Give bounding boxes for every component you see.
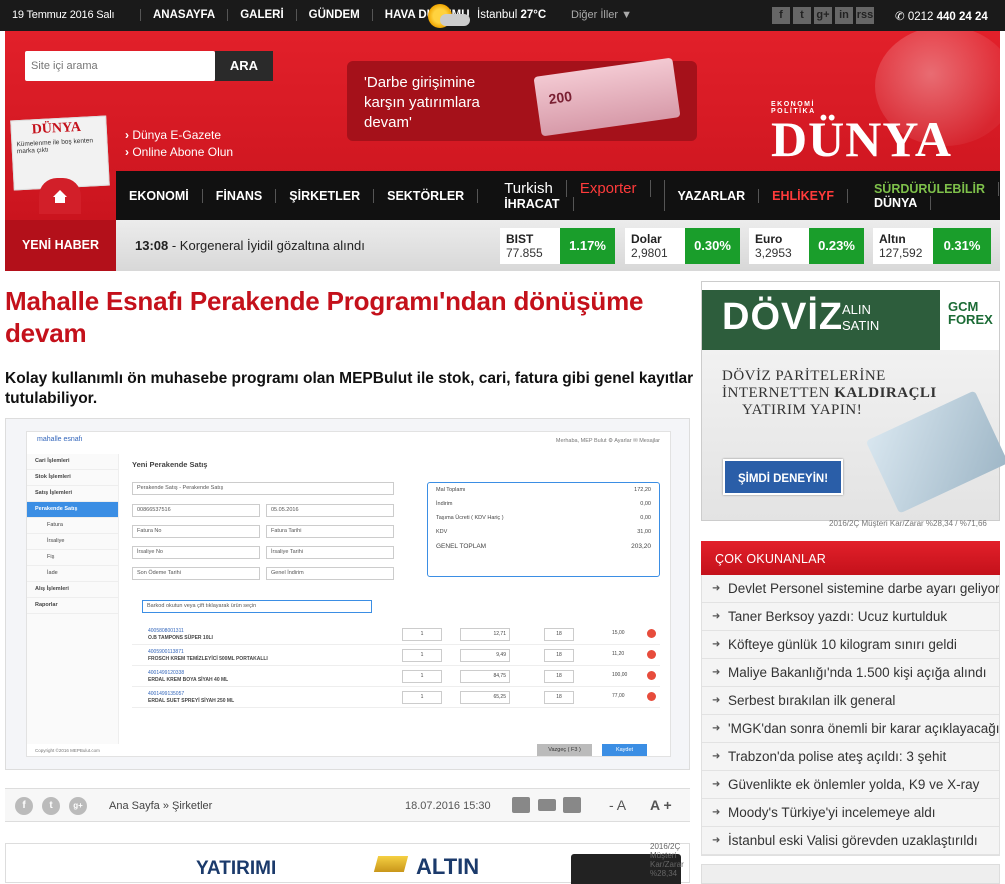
- share-facebook-icon[interactable]: f: [15, 797, 33, 815]
- market-altin[interactable]: Altın 127,592 0.31%: [873, 228, 991, 264]
- list-item[interactable]: Köfteye günlük 10 kilogram sınırı geldi: [702, 631, 999, 659]
- shot-heading: Yeni Perakende Satış: [132, 460, 208, 469]
- shot-sidebar: Cari İşlemleri Stok İşlemleri Satış İşle…: [27, 454, 119, 744]
- news-ticker: YENİ HABER 13:08 - Korgeneral İyidil göz…: [5, 220, 1000, 271]
- header-ad-text: 'Darbe girişimine karşın yatırımlara dev…: [364, 74, 480, 131]
- gcm-forex-logo: GCM FOREX: [948, 299, 993, 327]
- list-item[interactable]: İstanbul eski Valisi görevden uzaklaştır…: [702, 827, 999, 855]
- breadcrumb[interactable]: Ana Sayfa » Şirketler: [109, 800, 212, 812]
- top-nav-anasayfa[interactable]: ANASAYFA: [140, 9, 227, 21]
- money-stack-image: 200: [533, 57, 681, 137]
- shot-summary: Mal Toplamı 172,20 İndirim 0,00 Taşıma Ücr…: [427, 482, 660, 577]
- nav-surdurulebilir-dunya[interactable]: SÜRDÜRÜLEBİLİR DÜNYA: [848, 181, 1000, 210]
- bottom-ad-altin: ALTIN: [416, 854, 480, 879]
- nav-ekonomi[interactable]: EKONOMİ: [116, 188, 203, 203]
- yeni-haber-label: YENİ HABER: [5, 220, 116, 271]
- table-row: 4001499135057 ERDAL SUET SPREYİ SİYAH 250…: [132, 687, 660, 708]
- nav-finans[interactable]: FİNANS: [203, 188, 277, 203]
- current-date: 19 Temmuz 2016 Salı: [12, 9, 115, 21]
- social-links: f t g+ in rss: [772, 7, 874, 24]
- top-nav-gundem[interactable]: GÜNDEM: [295, 9, 372, 21]
- e-gazete-links: Dünya E-Gazete Online Abone Olun: [125, 127, 233, 161]
- shot-user-menu: Merhaba, MEP Bulut ⚙ Ayarlar ✉ Mesajlar: [555, 438, 660, 444]
- font-increase-button[interactable]: A +: [650, 797, 672, 813]
- article-date: 18.07.2016 15:30: [405, 800, 491, 812]
- list-item[interactable]: Serbest bırakılan ilk general: [702, 687, 999, 715]
- most-read: ÇOK OKUNANLAR Devlet Personel sistemine …: [701, 541, 1000, 861]
- list-item[interactable]: Trabzon'da polise ateş açıldı: 3 şehit: [702, 743, 999, 771]
- right-bottom-ad: [701, 864, 1000, 884]
- twitter-icon[interactable]: t: [793, 7, 811, 24]
- list-item[interactable]: Maliye Bakanlığı'nda 1.500 kişi açığa al…: [702, 659, 999, 687]
- shot-cancel-button: Vazgeç ( F3 ): [537, 744, 592, 756]
- nav-turkish-exporter[interactable]: Turkish Exporter İHRACAT: [478, 180, 665, 211]
- print-icon[interactable]: [563, 797, 581, 813]
- article-image: mahalle esnafı Merhaba, MEP Bulut ⚙ Ayar…: [5, 418, 690, 770]
- forex-ad-message: DÖVİZ PARİTELERİNE İNTERNETTEN KALDIRAÇL…: [722, 368, 937, 418]
- market-dolar[interactable]: Dolar 2,9801 0.30%: [625, 228, 740, 264]
- article-lead: Kolay kullanımlı ön muhasebe programı ol…: [5, 370, 694, 407]
- table-row: 4005808001311 O.B TAMPONS SÜPER 10LI 1 12,…: [132, 624, 660, 645]
- share-google-plus-icon[interactable]: g+: [69, 797, 87, 815]
- article-actions-bar: f t g+ Ana Sayfa » Şirketler 18.07.2016 …: [5, 788, 690, 822]
- list-item[interactable]: Devlet Personel sistemine darbe ayarı ge…: [702, 575, 999, 603]
- nav-yazarlar[interactable]: YAZARLAR: [665, 188, 760, 203]
- other-cities-dropdown[interactable]: Diğer İller ▼: [571, 9, 632, 21]
- forex-ad-note: 2016/2Ç Müşteri Kar/Zarar %28,34 / %71,6…: [829, 519, 987, 528]
- mail-icon[interactable]: [538, 799, 556, 811]
- site-header: ARA 'Darbe girişimine karşın yatırımlara…: [5, 31, 1000, 271]
- nav-sirketler[interactable]: ŞİRKETLER: [276, 188, 375, 203]
- phone-number: ✆ 0212 440 24 24: [895, 11, 988, 23]
- main-nav: EKONOMİ FİNANS ŞİRKETLER SEKTÖRLER Turki…: [116, 171, 1000, 220]
- most-read-title: ÇOK OKUNANLAR: [701, 541, 1000, 575]
- nav-sektorler[interactable]: SEKTÖRLER: [374, 188, 479, 203]
- table-row: 4001499120338 ERDAL KREM BOYA SİYAH 40 ML…: [132, 666, 660, 687]
- linkedin-icon[interactable]: in: [835, 7, 853, 24]
- bottom-ad-note: 2016/2Ç Müşteri Kar/Zarar %28,34: [650, 842, 684, 878]
- table-row: 4005900113871 FROSCH KREM TEMİZLEYİCİ 500…: [132, 645, 660, 666]
- home-icon[interactable]: [39, 178, 81, 214]
- list-item[interactable]: Moody's Türkiye'yi incelemeye aldı: [702, 799, 999, 827]
- font-decrease-button[interactable]: - A: [609, 797, 626, 813]
- weather-temp: 27°C: [520, 9, 547, 21]
- comment-icon[interactable]: [512, 797, 530, 813]
- software-screenshot: mahalle esnafı Merhaba, MEP Bulut ⚙ Ayar…: [26, 431, 671, 757]
- shot-logo: mahalle esnafı: [37, 436, 83, 443]
- search-button[interactable]: ARA: [215, 51, 273, 81]
- ticker-headline[interactable]: 13:08 - Korgeneral İyidil gözaltına alın…: [135, 238, 365, 253]
- market-euro[interactable]: Euro 3,2953 0.23%: [749, 228, 864, 264]
- forex-ad[interactable]: DÖVİZ ALIN SATIN GCM FOREX DÖVİZ PARİTELER…: [701, 281, 1005, 521]
- cloud-icon: [440, 14, 470, 26]
- nav-ehlikeyf[interactable]: EHLİKEYF: [759, 188, 848, 203]
- bottom-ad-yatirimi: YATIRIMI: [196, 858, 277, 879]
- forex-ad-doviz: DÖVİZ: [722, 296, 844, 338]
- rss-icon[interactable]: rss: [856, 7, 874, 24]
- top-bar: 19 Temmuz 2016 Salı ANASAYFA GALERİ GÜND…: [0, 0, 1005, 31]
- list-item[interactable]: 'MGK'dan sonra önemli bir karar açıklaya…: [702, 715, 999, 743]
- list-item[interactable]: Güvenlikte ek önlemler yolda, K9 ve X-ra…: [702, 771, 999, 799]
- e-gazete-link[interactable]: Dünya E-Gazete: [125, 127, 233, 144]
- list-item[interactable]: Taner Berksoy yazdı: Ucuz kurtulduk: [702, 603, 999, 631]
- try-now-button[interactable]: ŞİMDİ DENEYİN!: [723, 459, 843, 495]
- shot-table: 4005808001311 O.B TAMPONS SÜPER 10LI 1 12,…: [132, 624, 660, 708]
- top-nav-galeri[interactable]: GALERİ: [227, 9, 295, 21]
- header-ad-banner[interactable]: 'Darbe girişimine karşın yatırımlara dev…: [347, 57, 697, 141]
- facebook-icon[interactable]: f: [772, 7, 790, 24]
- market-bist[interactable]: BIST 77.855 1.17%: [500, 228, 615, 264]
- article-title: Mahalle Esnafı Perakende Programı'ndan d…: [5, 286, 644, 348]
- shot-save-button: Kaydet: [602, 744, 647, 756]
- shot-footer: Copyright ©2016 MEPBulut.com: [35, 748, 100, 753]
- forex-ad-alsat: ALIN SATIN: [842, 302, 880, 333]
- online-abone-link[interactable]: Online Abone Olun: [125, 144, 233, 161]
- weather-city: İstanbul 27°C: [477, 9, 547, 21]
- share-twitter-icon[interactable]: t: [42, 797, 60, 815]
- most-read-list: Devlet Personel sistemine darbe ayarı ge…: [701, 575, 1000, 856]
- bottom-ads[interactable]: YATIRIMI ALTIN: [5, 843, 690, 884]
- search-input[interactable]: [25, 51, 215, 81]
- google-plus-icon[interactable]: g+: [814, 7, 832, 24]
- gold-bar-icon: [373, 856, 409, 872]
